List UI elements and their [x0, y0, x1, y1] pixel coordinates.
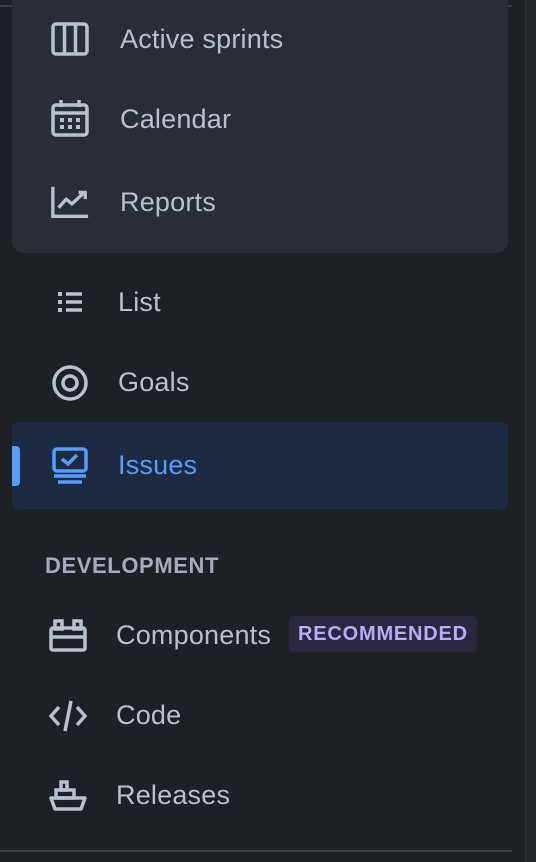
calendar-icon — [50, 98, 90, 138]
sidebar-item-calendar[interactable]: Calendar — [12, 80, 508, 160]
issues-icon — [50, 446, 90, 486]
board-columns-icon — [50, 19, 90, 59]
list-icon — [50, 283, 90, 323]
scrollbar[interactable] — [525, 0, 536, 862]
sidebar-item-code[interactable]: Code — [12, 676, 508, 756]
sidebar-item-components[interactable]: Components RECOMMENDED — [12, 596, 508, 676]
sidebar-item-label: Reports — [120, 187, 216, 217]
sidebar-item-label: Calendar — [120, 104, 232, 134]
sidebar-item-label: List — [118, 287, 161, 317]
sidebar-item-list[interactable]: List — [12, 263, 508, 343]
sidebar-item-label: Active sprints — [120, 24, 284, 54]
sidebar-item-active-sprints[interactable]: Active sprints — [12, 0, 508, 80]
code-icon — [48, 696, 88, 736]
section-heading-development: DEVELOPMENT — [45, 553, 220, 578]
chart-line-icon — [50, 182, 90, 222]
recommended-badge: RECOMMENDED — [289, 616, 477, 652]
sidebar-item-label: Components — [116, 620, 272, 650]
bottom-divider — [0, 850, 512, 852]
ship-icon — [48, 776, 88, 816]
target-icon — [50, 363, 90, 403]
sidebar-item-label: Goals — [118, 367, 190, 397]
sidebar-item-goals[interactable]: Goals — [12, 343, 508, 423]
sidebar-item-reports[interactable]: Reports — [12, 163, 508, 243]
sidebar-item-label: Issues — [118, 450, 198, 480]
sidebar-item-label: Releases — [116, 780, 231, 810]
project-sidebar: Active sprints Calendar Reports List Goa… — [0, 0, 536, 862]
sidebar-item-label: Code — [116, 700, 182, 730]
sidebar-item-releases[interactable]: Releases — [12, 756, 508, 836]
selected-indicator — [12, 446, 20, 486]
sidebar-item-issues[interactable]: Issues — [12, 422, 508, 509]
components-icon — [48, 616, 88, 656]
